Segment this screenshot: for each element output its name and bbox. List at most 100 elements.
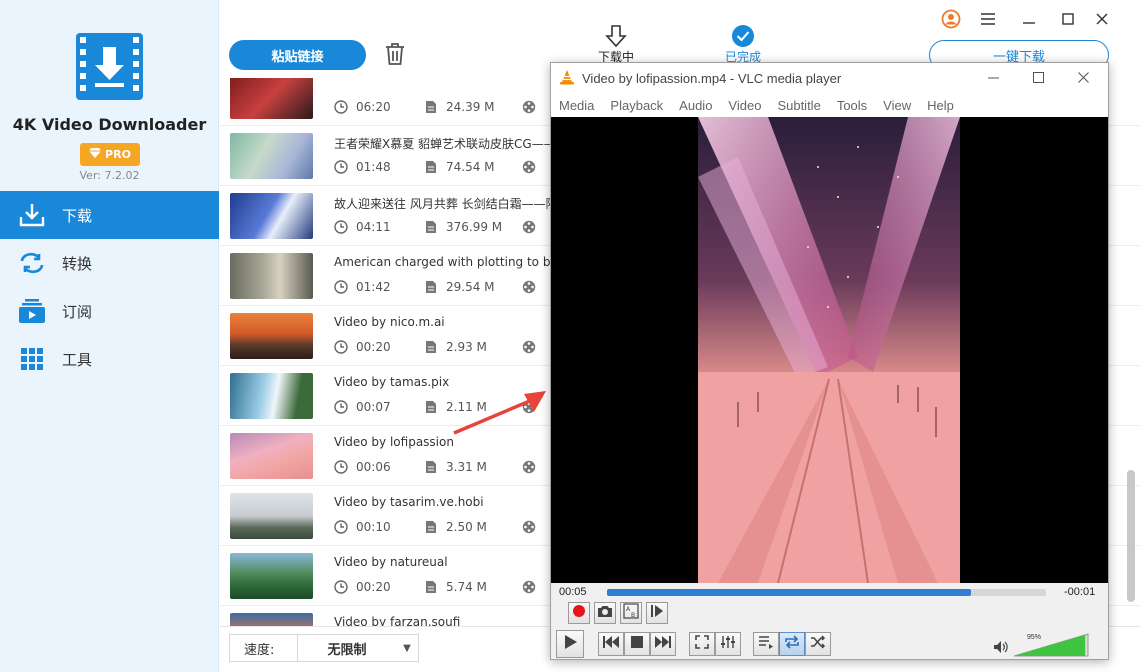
- sidebar-item-convert[interactable]: 转换: [0, 239, 219, 287]
- tab-done[interactable]: 已完成: [716, 24, 770, 65]
- ab-loop-icon: AB: [623, 603, 639, 623]
- video-duration: 01:48: [356, 160, 391, 174]
- speaker-icon[interactable]: [993, 640, 1009, 658]
- film-reel-icon: [522, 100, 536, 114]
- frame-step-button[interactable]: [646, 602, 668, 624]
- previous-icon: [603, 636, 619, 652]
- clock-icon: [334, 580, 348, 594]
- tab-downloading[interactable]: 下载中: [590, 24, 642, 65]
- video-thumbnail: [230, 133, 313, 179]
- vlc-menu-view[interactable]: View: [883, 98, 911, 113]
- loop-button[interactable]: [779, 632, 805, 656]
- vlc-menu-playback[interactable]: Playback: [610, 98, 663, 113]
- file-icon: [424, 280, 438, 294]
- ab-loop-button[interactable]: AB: [620, 602, 642, 624]
- shuffle-button[interactable]: [805, 632, 831, 656]
- chevron-down-icon: ▼: [403, 642, 411, 654]
- record-icon: [572, 604, 586, 622]
- vlc-window-title: Video by lofipassion.mp4 - VLC media pla…: [582, 70, 842, 86]
- video-title: 故人迎来送往 风月共葬 长剑结白霜——陵: [334, 197, 558, 211]
- film-reel-icon: [522, 340, 536, 354]
- previous-button[interactable]: [598, 632, 624, 656]
- list-scrollbar[interactable]: [1127, 470, 1135, 602]
- menu-icon[interactable]: [977, 8, 999, 30]
- vlc-menu-help[interactable]: Help: [927, 98, 954, 113]
- vlc-close-icon[interactable]: [1061, 63, 1107, 93]
- paste-link-button[interactable]: 粘贴链接: [229, 40, 366, 70]
- video-meta: 00:20 5.74 M: [334, 580, 544, 594]
- video-meta: 00:06 3.31 M: [334, 460, 544, 474]
- video-thumbnail: [230, 193, 313, 239]
- clock-icon: [334, 520, 348, 534]
- vlc-menu-subtitle[interactable]: Subtitle: [777, 98, 820, 113]
- next-icon: [655, 636, 671, 652]
- stop-icon: [631, 636, 643, 652]
- video-duration: 00:07: [356, 400, 391, 414]
- sidebar: 4K Video Downloader PRO Ver: 7.2.02 下载 转…: [0, 0, 219, 672]
- vlc-video-area[interactable]: [551, 117, 1108, 583]
- file-icon: [424, 580, 438, 594]
- film-reel-icon: [522, 580, 536, 594]
- next-button[interactable]: [650, 632, 676, 656]
- speed-select[interactable]: 速度: 无限制 ▼: [229, 634, 419, 662]
- video-title: Video by lofipassion: [334, 435, 454, 449]
- vlc-title-bar[interactable]: Video by lofipassion.mp4 - VLC media pla…: [551, 63, 1108, 93]
- file-icon: [424, 100, 438, 114]
- video-thumbnail: [230, 253, 313, 299]
- video-meta: 04:11 376.99 M: [334, 220, 544, 234]
- vlc-minimize-icon[interactable]: [971, 63, 1017, 93]
- playlist-button[interactable]: [753, 632, 779, 656]
- sidebar-item-tools[interactable]: 工具: [0, 335, 219, 383]
- video-thumbnail: [230, 433, 313, 479]
- vlc-seek-slider[interactable]: [607, 589, 1046, 596]
- vlc-menu-audio[interactable]: Audio: [679, 98, 712, 113]
- film-reel-icon: [522, 520, 536, 534]
- record-button[interactable]: [568, 602, 590, 624]
- video-title: Video by tamas.pix: [334, 375, 450, 389]
- play-button[interactable]: [556, 630, 584, 658]
- clock-icon: [334, 400, 348, 414]
- clock-icon: [334, 220, 348, 234]
- file-icon: [424, 220, 438, 234]
- video-thumbnail: [230, 613, 313, 626]
- close-icon[interactable]: [1091, 8, 1113, 30]
- volume-slider[interactable]: [1013, 633, 1089, 657]
- vlc-menu-video[interactable]: Video: [728, 98, 761, 113]
- video-meta: 00:20 2.93 M: [334, 340, 544, 354]
- fullscreen-button[interactable]: [689, 632, 715, 656]
- vlc-menu-tools[interactable]: Tools: [837, 98, 867, 113]
- trash-icon[interactable]: [384, 42, 406, 66]
- vlc-menu-bar: Media Playback Audio Video Subtitle Tool…: [551, 93, 1108, 117]
- app-logo: [76, 33, 143, 100]
- snapshot-button[interactable]: [594, 602, 616, 624]
- account-icon[interactable]: [940, 8, 962, 30]
- video-meta: 06:20 24.39 M: [334, 100, 544, 114]
- annotation-arrow: [453, 391, 546, 435]
- stop-button[interactable]: [624, 632, 650, 656]
- file-icon: [424, 160, 438, 174]
- extended-settings-button[interactable]: [715, 632, 741, 656]
- vlc-cone-icon: [559, 69, 575, 88]
- video-title: Video by tasarim.ve.hobi: [334, 495, 484, 509]
- maximize-icon[interactable]: [1057, 8, 1079, 30]
- vlc-remaining-time: -00:01: [1064, 586, 1096, 598]
- vlc-seek-progress: [607, 589, 972, 596]
- vlc-window: Video by lofipassion.mp4 - VLC media pla…: [550, 62, 1109, 660]
- minimize-icon[interactable]: [1018, 8, 1040, 30]
- loop-icon: [784, 635, 800, 653]
- clock-icon: [334, 280, 348, 294]
- vlc-seek-bar-row: 00:05 -00:01: [551, 583, 1108, 603]
- vlc-maximize-icon[interactable]: [1016, 63, 1062, 93]
- video-title: Video by farzan.soufi: [334, 615, 461, 626]
- speed-value: 无限制: [327, 642, 367, 658]
- video-title: Video by natureual: [334, 555, 448, 569]
- pro-badge[interactable]: PRO: [80, 143, 140, 166]
- equalizer-icon: [721, 635, 735, 653]
- video-title: American charged with plotting to bom: [334, 255, 570, 269]
- clock-icon: [334, 340, 348, 354]
- vlc-menu-media[interactable]: Media: [559, 98, 594, 113]
- video-duration: 00:10: [356, 520, 391, 534]
- sidebar-item-download[interactable]: 下载: [0, 191, 219, 239]
- app-version: Ver: 7.2.02: [79, 169, 140, 182]
- sidebar-item-subscribe[interactable]: 订阅: [0, 287, 219, 335]
